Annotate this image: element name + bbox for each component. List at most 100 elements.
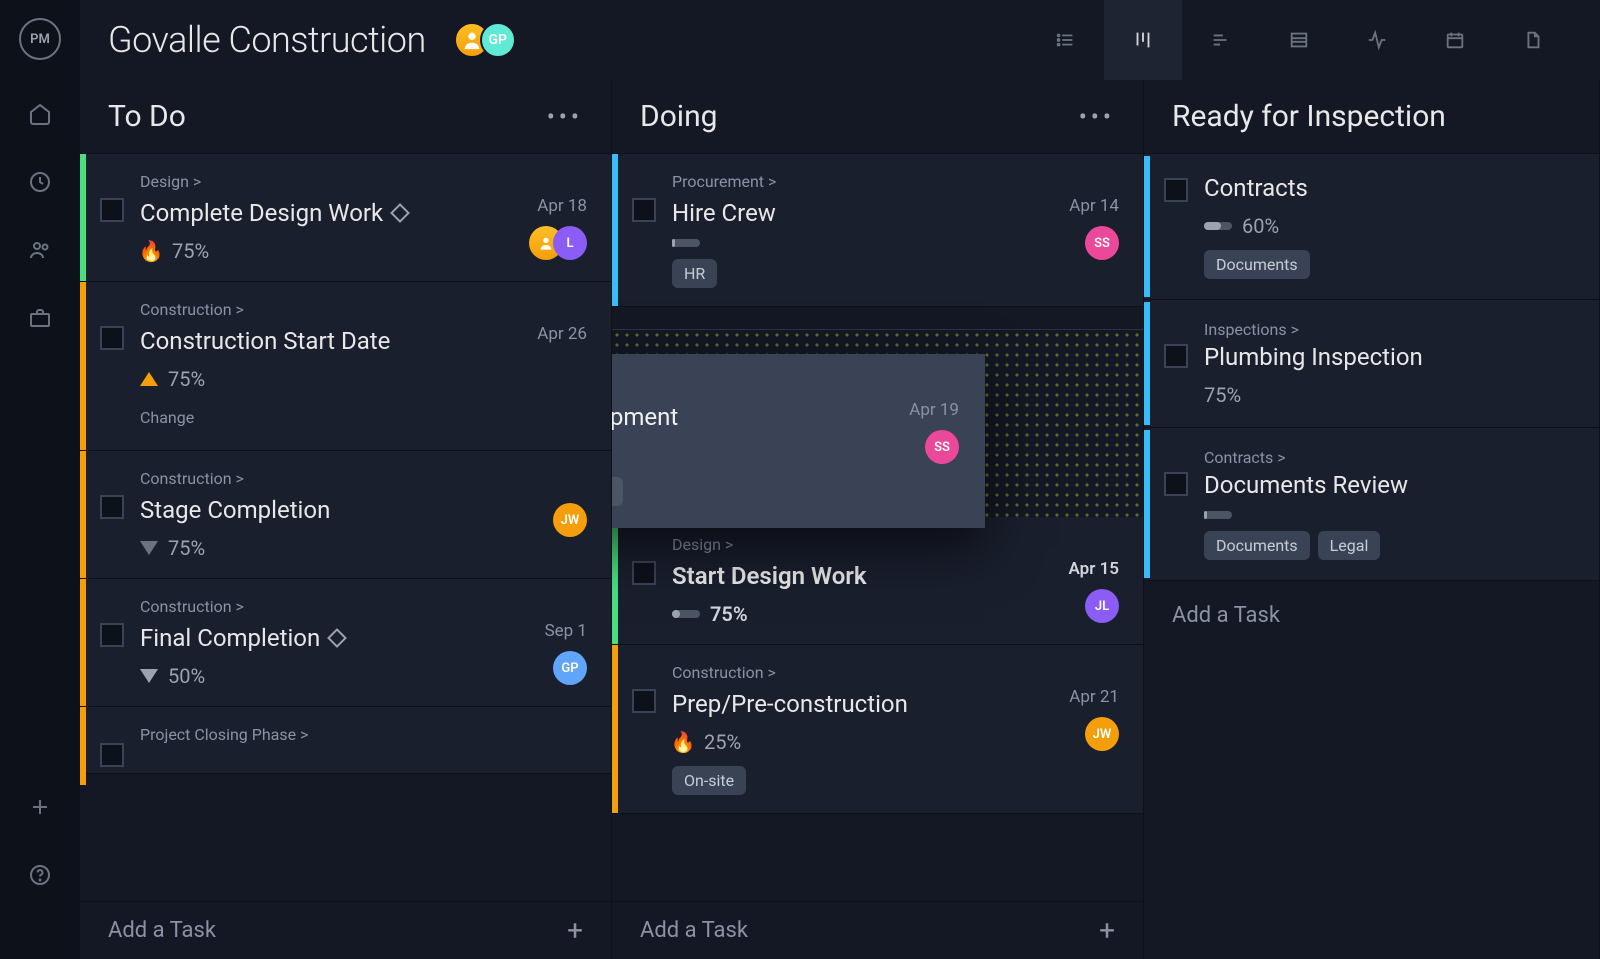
team-icon[interactable] (26, 236, 54, 264)
task-progress: 75% (672, 602, 1057, 626)
view-calendar-icon[interactable] (1416, 0, 1494, 80)
task-tags: Documents Legal (1204, 531, 1575, 560)
tag[interactable]: Change (140, 403, 206, 432)
task-progress (672, 239, 1057, 247)
task-checkbox[interactable] (100, 623, 124, 647)
task-card[interactable]: Inspections > Plumbing Inspection 75% (1144, 300, 1599, 428)
add-icon[interactable] (26, 793, 54, 821)
app-logo[interactable]: PM (19, 18, 61, 60)
card-edge (612, 517, 618, 644)
project-members[interactable]: GP (454, 22, 516, 58)
avatar[interactable]: JL (1085, 589, 1119, 623)
task-breadcrumb: Construction > (140, 597, 533, 616)
task-assignees[interactable]: L (529, 226, 587, 260)
task-date: Apr 14 (1069, 196, 1119, 216)
tag[interactable]: HR (672, 259, 717, 288)
task-card[interactable]: Construction > Final Completion 50% Sep … (80, 579, 611, 707)
flame-icon: 🔥 (140, 240, 162, 262)
avatar[interactable]: JW (1085, 717, 1119, 751)
tag[interactable]: On-site (672, 766, 746, 795)
task-date: Apr 26 (537, 324, 587, 344)
view-list-icon[interactable] (1026, 0, 1104, 80)
home-icon[interactable] (26, 100, 54, 128)
progress-bar (1204, 511, 1232, 519)
task-card[interactable]: Design > Complete Design Work 🔥 75% Apr … (80, 154, 611, 282)
avatar[interactable]: SS (925, 430, 959, 464)
task-checkbox[interactable] (1164, 344, 1188, 368)
avatar[interactable]: SS (1085, 226, 1119, 260)
task-tags: Change (140, 403, 525, 432)
column-title: To Do (108, 99, 186, 134)
flame-icon: 🔥 (672, 731, 694, 753)
task-checkbox[interactable] (100, 743, 124, 767)
view-board-icon[interactable] (1104, 0, 1182, 80)
task-card[interactable]: Contracts > Documents Review Documents L… (1144, 428, 1599, 581)
task-checkbox[interactable] (1164, 178, 1188, 202)
task-checkbox[interactable] (632, 689, 656, 713)
task-tags: Documents (1204, 250, 1575, 279)
progress-bar (672, 610, 700, 618)
task-progress: 🔥 (612, 443, 897, 465)
tag[interactable]: Documents (1204, 531, 1310, 560)
task-breadcrumb: Procurement > (672, 172, 1057, 191)
tag[interactable]: Documents (1204, 250, 1310, 279)
column-body: Procurement > Hire Crew HR Apr 14 SS (612, 154, 1143, 959)
view-files-icon[interactable] (1494, 0, 1572, 80)
task-title: Hire Crew (672, 199, 1057, 227)
card-edge (80, 282, 86, 450)
view-gantt-icon[interactable] (1182, 0, 1260, 80)
task-checkbox[interactable] (1164, 472, 1188, 496)
avatar[interactable]: GP (553, 651, 587, 685)
task-date: Apr 15 (1069, 559, 1119, 579)
task-card[interactable]: Contracts 60% Documents (1144, 154, 1599, 300)
view-switcher (1026, 0, 1572, 80)
task-checkbox[interactable] (100, 326, 124, 350)
task-title: Documents Review (1204, 471, 1575, 499)
add-task-button[interactable]: Add a Task + (612, 901, 1143, 959)
avatar[interactable]: GP (480, 22, 516, 58)
task-checkbox[interactable] (100, 198, 124, 222)
task-title: Plumbing Inspection (1204, 343, 1575, 371)
arrow-down-icon (140, 669, 158, 683)
briefcase-icon[interactable] (26, 304, 54, 332)
task-date: Sep 1 (545, 621, 587, 641)
task-card[interactable]: Project Closing Phase > (80, 707, 611, 774)
column-header: Doing ••• (612, 80, 1143, 154)
column-todo: To Do ••• Design > Complete Design Work (80, 80, 612, 959)
view-activity-icon[interactable] (1338, 0, 1416, 80)
main-area: Govalle Construction GP (80, 0, 1600, 959)
task-checkbox[interactable] (100, 495, 124, 519)
avatar[interactable]: JW (553, 503, 587, 537)
column-menu-icon[interactable]: ••• (547, 103, 583, 131)
clock-icon[interactable] (26, 168, 54, 196)
add-task-button[interactable]: Add a Task (1144, 581, 1599, 650)
column-body: Design > Complete Design Work 🔥 75% Apr … (80, 154, 611, 959)
milestone-icon (327, 628, 347, 648)
task-title: Construction Start Date (140, 327, 525, 355)
tag[interactable]: Risk (612, 477, 623, 506)
view-table-icon[interactable] (1260, 0, 1338, 80)
task-date: Apr 19 (909, 400, 959, 420)
task-card[interactable]: Design > Start Design Work 75% Apr 15 JL (612, 517, 1143, 645)
add-task-button[interactable]: Add a Task + (80, 901, 611, 959)
task-breadcrumb: Project Closing Phase > (140, 725, 587, 744)
plus-icon: + (567, 914, 583, 947)
column-menu-icon[interactable]: ••• (1079, 103, 1115, 131)
task-tags: On-site (672, 766, 1057, 795)
task-title: Order Equipment (612, 403, 897, 431)
tag[interactable]: Legal (1318, 531, 1381, 560)
task-card[interactable]: Construction > Prep/Pre-construction 🔥 2… (612, 645, 1143, 814)
task-progress (1204, 511, 1575, 519)
task-card[interactable]: Construction > Construction Start Date 7… (80, 282, 611, 451)
task-card[interactable]: Construction > Stage Completion 75% JW (80, 451, 611, 579)
dragging-card[interactable]: Procurement > Order Equipment 🔥 Issue Ri… (612, 354, 985, 528)
arrow-up-icon (140, 372, 158, 386)
task-breadcrumb: Procurement > (612, 376, 897, 395)
task-progress: 75% (140, 367, 525, 391)
task-card[interactable]: Procurement > Hire Crew HR Apr 14 SS (612, 154, 1143, 307)
task-checkbox[interactable] (632, 198, 656, 222)
task-checkbox[interactable] (632, 561, 656, 585)
avatar[interactable]: L (553, 226, 587, 260)
card-edge (80, 707, 86, 785)
help-icon[interactable] (26, 861, 54, 889)
